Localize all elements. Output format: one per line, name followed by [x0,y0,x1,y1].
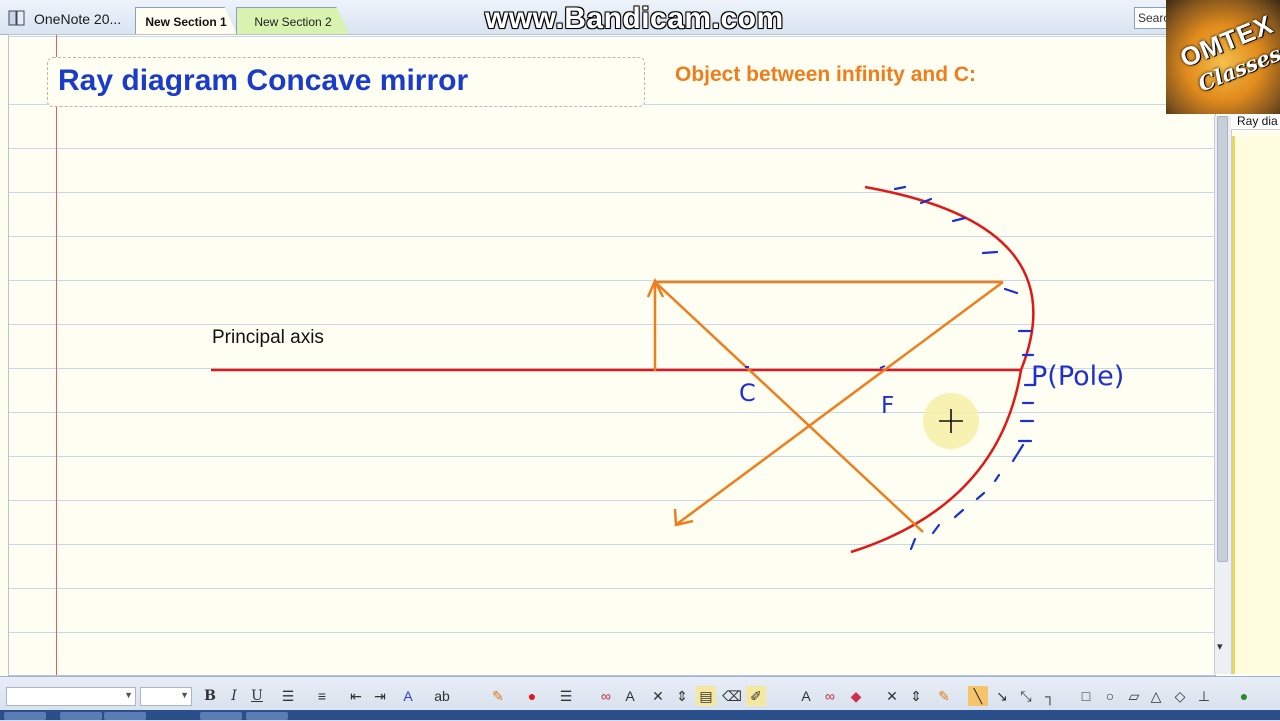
insert-space-icon[interactable]: ⇕ [672,686,692,706]
omtex-classes-logo: OMTEX Classes [1166,0,1280,114]
underline-button[interactable]: U [247,686,267,706]
note-page[interactable]: Ray diagram Concave mirror Object betwee… [8,34,1216,676]
f-label: F [881,393,894,419]
color-icon[interactable]: ● [522,686,542,706]
ellipse-icon[interactable]: ○ [1100,686,1120,706]
font-color-icon[interactable]: A [398,686,418,706]
indent-icon[interactable]: ⇥ [370,686,390,706]
taskbar-button[interactable] [246,712,288,720]
recording-watermark: www.Bandicam.com [485,2,784,35]
mirror-hatching [893,185,1037,551]
arrow-icon[interactable]: ↘ [992,686,1012,706]
pole-label: P(Pole) [1031,361,1124,392]
page-tab-ray-dia[interactable]: Ray dia [1231,112,1280,130]
taskbar [0,710,1280,720]
scroll-down-icon[interactable]: ▾ [1217,640,1223,653]
pen-mode-icon[interactable]: ✐ [746,686,766,706]
italic-button[interactable]: I [224,686,244,706]
lasso-icon[interactable]: ∞ [596,686,616,706]
chevron-down-icon: ▼ [124,690,133,700]
double-arrow-icon[interactable]: ⤡ [1016,686,1036,706]
ray-diagram: C F P(Pole) [211,185,1124,554]
highlight-icon[interactable]: ab [432,686,452,706]
drawing-pen-icon[interactable]: ✎ [934,686,954,706]
space-icon[interactable]: ⇕ [906,686,926,706]
outdent-icon[interactable]: ⇤ [346,686,366,706]
taskbar-button[interactable] [60,712,102,720]
taskbar-button[interactable] [104,712,146,720]
type-icon[interactable]: A [620,686,640,706]
close-icon[interactable]: ✕ [882,686,902,706]
connector-icon[interactable]: ┐ [1040,686,1060,706]
f-tick [879,365,886,369]
pen-icon[interactable]: ✎ [488,686,508,706]
eraser-icon[interactable]: ⌫ [722,686,742,706]
scrollbar-thumb[interactable] [1217,116,1228,562]
font-size-select[interactable]: ▼ [140,687,192,706]
tab-new-section-1[interactable]: New Section 1 [135,7,237,35]
text-mode-icon[interactable]: A [796,686,816,706]
bullets-icon[interactable]: ☰ [278,686,298,706]
parallelogram-icon[interactable]: ▱ [1124,686,1144,706]
taskbar-button[interactable] [200,712,242,720]
delete-icon[interactable]: ✕ [648,686,668,706]
taskbar-button[interactable] [4,712,46,720]
page-list-item-active[interactable] [1232,136,1280,674]
tab-bar: OneNote 20... New Section 1 New Section … [0,0,1280,35]
numbering-icon[interactable]: ≡ [312,686,332,706]
eraser-tool-icon[interactable]: ◆ [846,686,866,706]
vertical-scrollbar[interactable]: ▾ [1214,116,1231,674]
lasso-select-icon[interactable]: ∞ [820,686,840,706]
shape-color-icon[interactable]: ● [1234,686,1254,706]
triangle-icon[interactable]: △ [1146,686,1166,706]
axes-icon[interactable]: ⊥ [1194,686,1214,706]
diamond-icon[interactable]: ◇ [1170,686,1190,706]
note-container-icon[interactable]: ▤ [696,686,716,706]
notebook-icon [8,10,25,26]
page-list-panel [1231,116,1280,674]
font-name-select[interactable]: ▼ [6,687,136,706]
chevron-down-icon: ▼ [180,690,189,700]
rectangle-icon[interactable]: □ [1076,686,1096,706]
notebook-button[interactable]: OneNote 20... [34,6,121,32]
line-icon[interactable]: ╲ [968,686,988,706]
line-weight-icon[interactable]: ☰ [556,686,576,706]
c-label: C [739,379,756,407]
tab-new-section-2[interactable]: New Section 2 [236,7,350,35]
bold-button[interactable]: B [200,686,220,706]
